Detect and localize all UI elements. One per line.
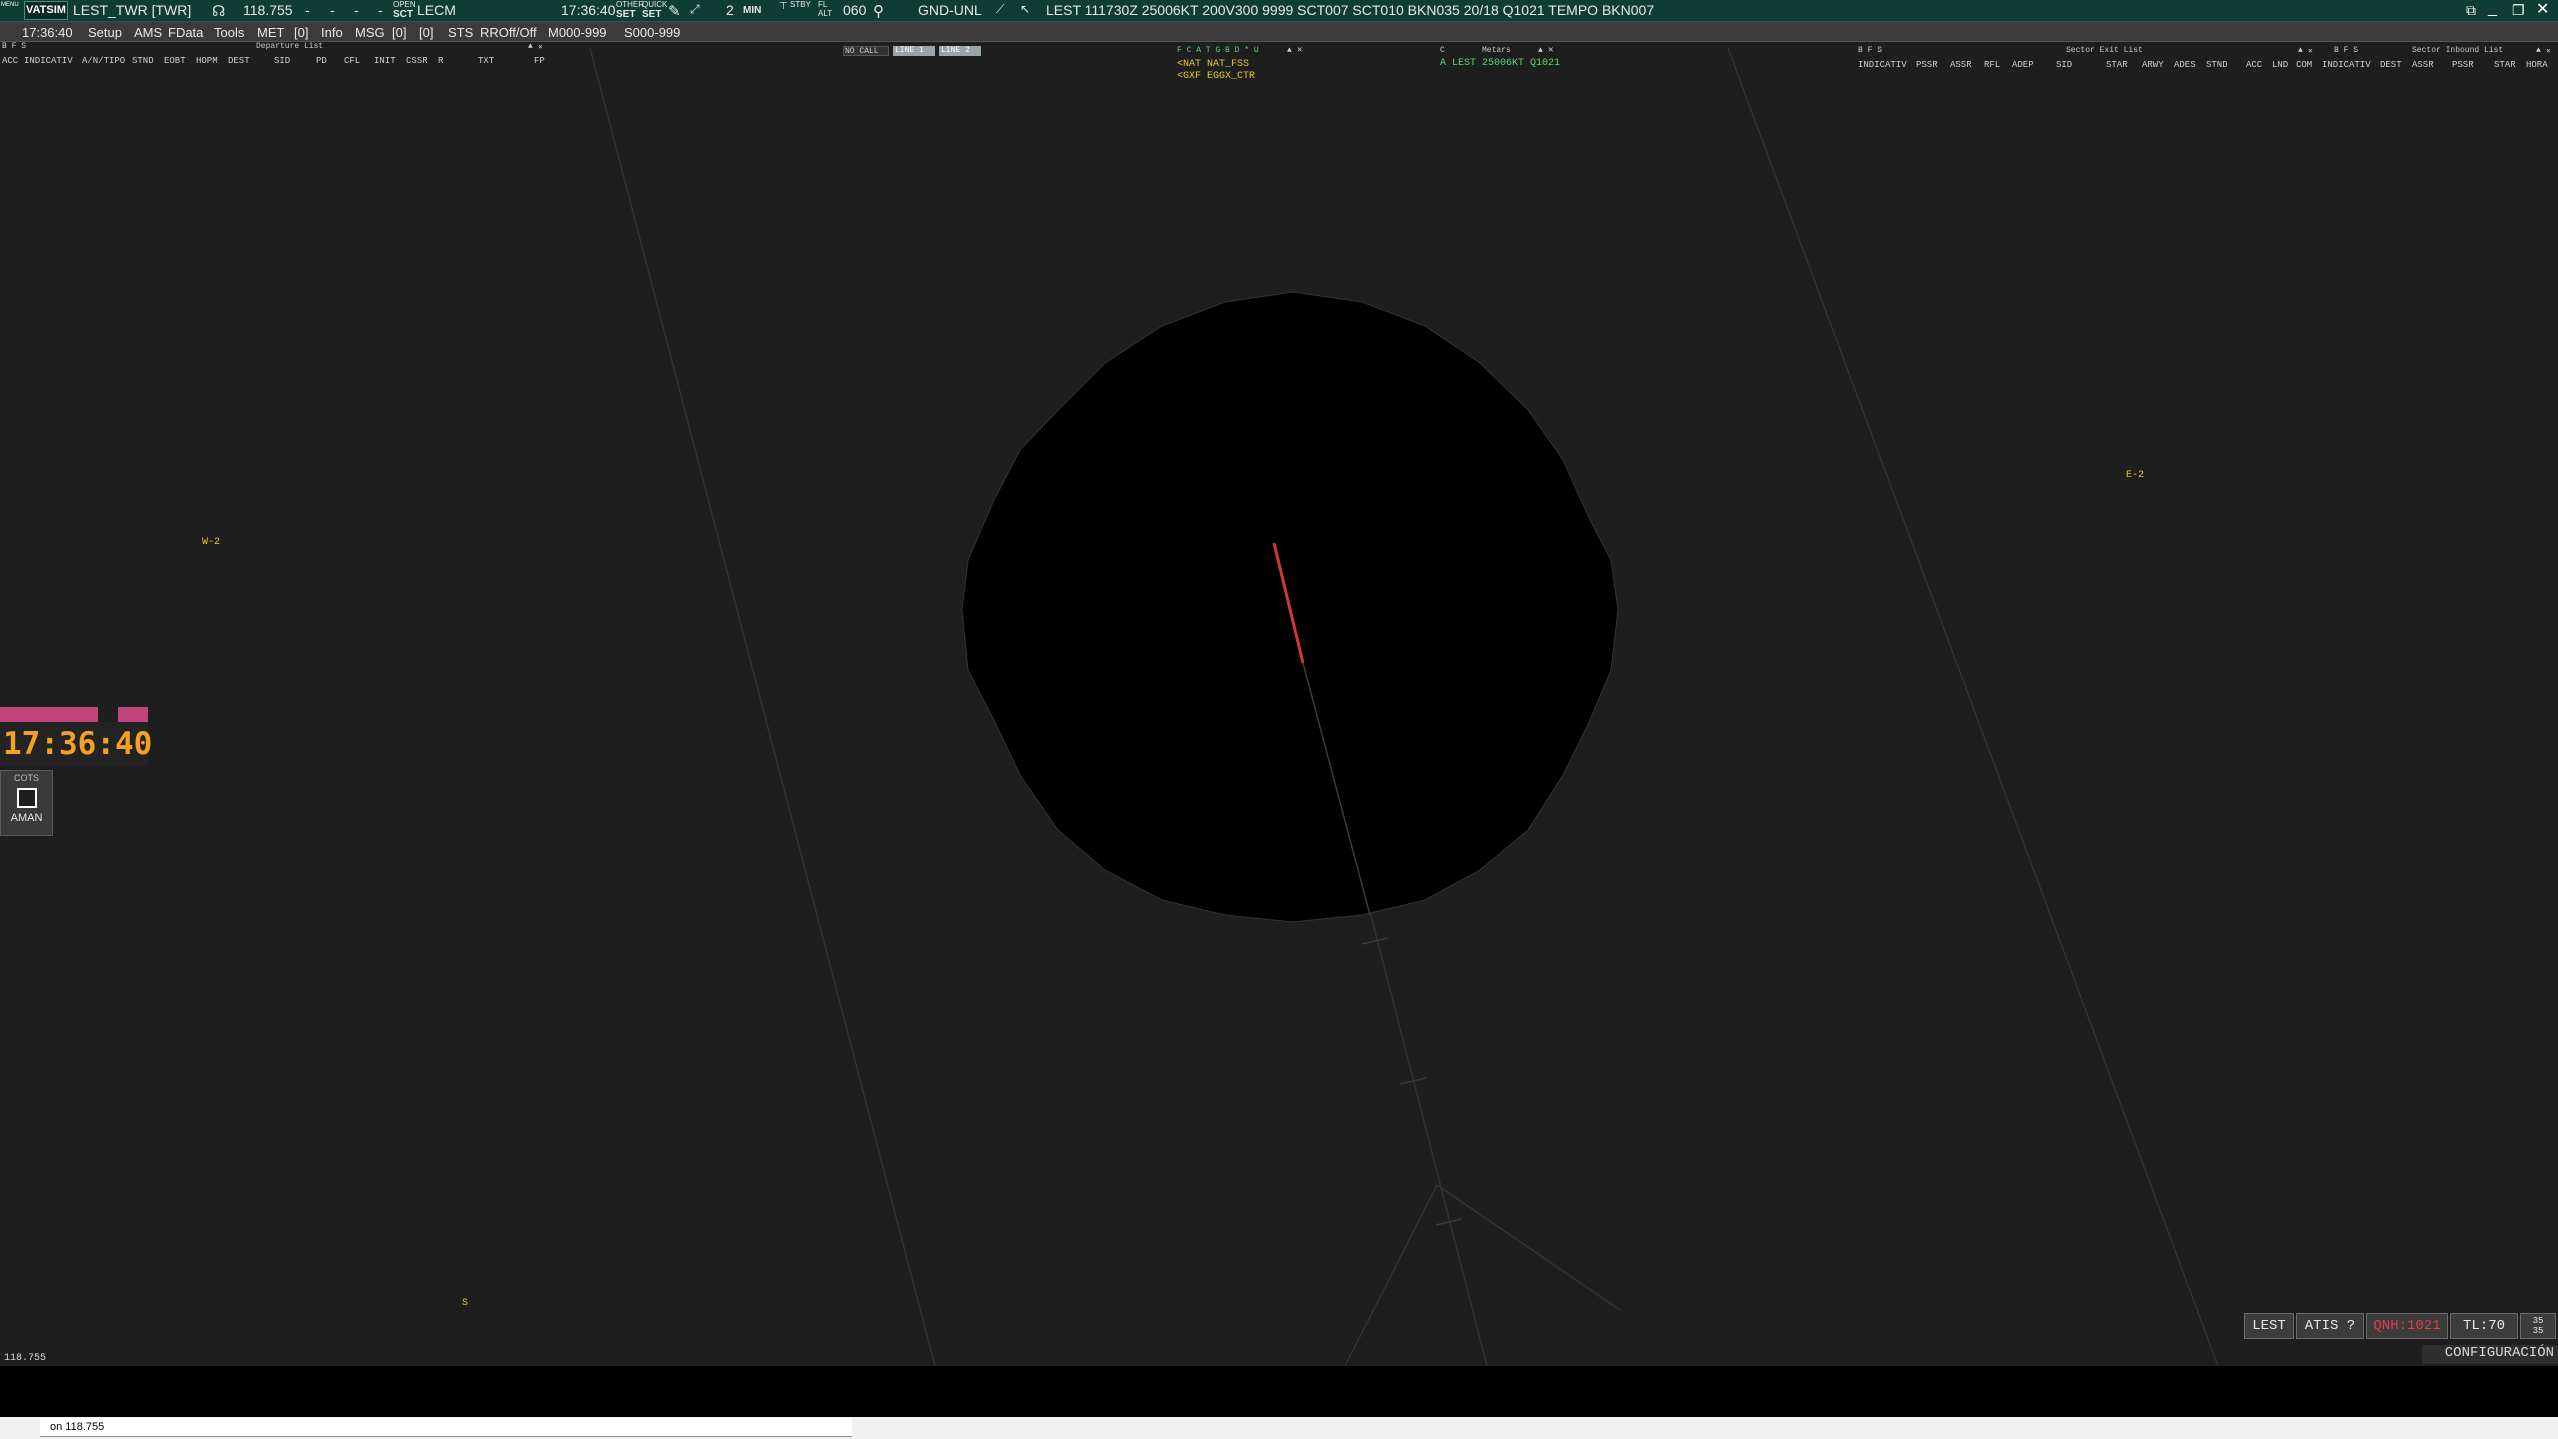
col-dest[interactable]: DEST — [228, 56, 250, 66]
exit-col-acc[interactable]: ACC — [2246, 60, 2262, 70]
exit-col-pssr[interactable]: PSSR — [1916, 60, 1938, 70]
aman-widget[interactable]: COTS AMAN — [0, 770, 53, 836]
exit-col-stnd[interactable]: STND — [2206, 60, 2228, 70]
metars-panel-title[interactable]: Metars — [1482, 46, 1511, 55]
inbound-col-pssr[interactable]: PSSR — [2452, 60, 2474, 70]
sector-exit-title[interactable]: Sector Exit List — [2066, 46, 2143, 56]
inbound-col-indicativ[interactable]: INDICATIV — [2322, 60, 2371, 70]
bottom-frequency: 118.755 — [4, 1353, 47, 1364]
metars-panel-close-icon[interactable]: ✕ — [1548, 45, 1553, 55]
departure-list-collapse-icon[interactable]: ▲ — [528, 42, 533, 51]
sector-inbound-collapse-icon[interactable]: ▲ — [2536, 46, 2541, 55]
alert-bar-small[interactable] — [118, 707, 148, 722]
metars-panel-collapse-icon[interactable]: ▲ — [1538, 46, 1543, 55]
command-input[interactable]: on 118.755 — [40, 1418, 852, 1437]
atc-entry-2[interactable]: <GXF EGGX_CTR — [1177, 71, 1255, 82]
runway-in-use[interactable]: 35 35 — [2520, 1313, 2556, 1339]
col-cfl[interactable]: CFL — [344, 56, 360, 66]
atc-panel-close-icon[interactable]: ✕ — [1297, 45, 1302, 55]
exit-col-assr[interactable]: ASSR — [1950, 60, 1972, 70]
col-cssr[interactable]: CSSR — [406, 56, 428, 66]
departure-list-controls[interactable]: B F S — [2, 42, 26, 51]
col-indicativ[interactable]: INDICATIV — [24, 56, 73, 66]
airport-button[interactable]: LEST — [2244, 1313, 2294, 1339]
sector-inbound-list: B F S Sector Inbound List ▲ ✕ LND COM IN… — [2272, 46, 2558, 72]
col-hopm[interactable]: HOPM — [196, 56, 218, 66]
exit-col-sid[interactable]: SID — [2056, 60, 2072, 70]
sector-inbound-controls[interactable]: B F S — [2334, 46, 2358, 55]
sector-exit-controls[interactable]: B F S — [1858, 46, 1882, 55]
line1-button[interactable]: LINE 1 — [893, 46, 935, 56]
radar-map[interactable] — [0, 0, 2558, 1366]
message-area — [0, 1366, 2558, 1417]
metar-entry[interactable]: A LEST 25006KT Q1021 — [1440, 58, 1560, 69]
inbound-col-lnd[interactable]: LND — [2272, 60, 2288, 70]
atc-panel: F C A T G B D * U ▲ ✕ <NAT NAT_FSS <GXF … — [1177, 45, 1307, 86]
col-pd[interactable]: PD — [316, 56, 327, 66]
qnh-display[interactable]: QNH:1021 — [2366, 1313, 2448, 1339]
metars-panel-controls[interactable]: C — [1440, 46, 1445, 55]
exit-col-star[interactable]: STAR — [2106, 60, 2128, 70]
inbound-col-hora[interactable]: HORA — [2526, 60, 2548, 70]
departure-list-title[interactable]: Departure List — [256, 42, 323, 52]
col-txt[interactable]: TXT — [478, 56, 494, 66]
atc-entry-1[interactable]: <NAT NAT_FSS — [1177, 59, 1249, 70]
transition-level[interactable]: TL:70 — [2450, 1313, 2518, 1339]
alert-bar[interactable] — [0, 707, 98, 722]
sector-exit-list: B F S Sector Exit List ▲ ✕ INDICATIV PSS… — [1856, 46, 2328, 72]
exit-col-adep[interactable]: ADEP — [2012, 60, 2034, 70]
aman-checkbox[interactable] — [16, 788, 37, 808]
metars-panel: C Metars ▲ ✕ A LEST 25006KT Q1021 — [1438, 45, 1560, 70]
atc-panel-collapse-icon[interactable]: ▲ — [1287, 46, 1292, 55]
sector-inbound-close-icon[interactable]: ✕ — [2546, 46, 2551, 56]
atis-button[interactable]: ATIS ? — [2296, 1313, 2364, 1339]
inbound-col-assr[interactable]: ASSR — [2412, 60, 2434, 70]
inbound-col-star[interactable]: STAR — [2494, 60, 2516, 70]
aman-label: AMAN — [10, 812, 43, 824]
col-an-tipo[interactable]: A/N/TIPO — [82, 56, 125, 66]
map-label-west[interactable]: W-2 — [202, 537, 220, 548]
exit-col-arwy[interactable]: ARWY — [2142, 60, 2164, 70]
map-label-south[interactable]: S — [462, 1298, 468, 1309]
clock-display: 17:36:40 — [0, 722, 152, 766]
col-stnd[interactable]: STND — [132, 56, 154, 66]
col-eobt[interactable]: EOBT — [164, 56, 186, 66]
map-label-east[interactable]: E-2 — [2126, 470, 2144, 481]
exit-col-ades[interactable]: ADES — [2174, 60, 2196, 70]
atc-panel-controls[interactable]: F C A T G B D * U — [1177, 46, 1259, 55]
inbound-col-dest[interactable]: DEST — [2380, 60, 2402, 70]
cots-label: COTS — [13, 773, 39, 783]
runway-bottom: 35 — [2532, 1326, 2544, 1336]
exit-col-indicativ[interactable]: INDICATIV — [1858, 60, 1907, 70]
col-init[interactable]: INIT — [374, 56, 396, 66]
col-r[interactable]: R — [438, 56, 443, 66]
line2-button[interactable]: LINE 2 — [939, 46, 981, 56]
departure-list-close-icon[interactable]: ✕ — [538, 42, 543, 52]
col-sid[interactable]: SID — [274, 56, 290, 66]
col-fp[interactable]: FP — [534, 56, 545, 66]
sector-inbound-title[interactable]: Sector Inbound List — [2412, 46, 2503, 56]
inbound-col-com[interactable]: COM — [2296, 60, 2312, 70]
exit-col-rfl[interactable]: RFL — [1984, 60, 2000, 70]
departure-list: B F S Departure List ▲ ✕ ACC INDICATIV A… — [0, 42, 548, 68]
runway-top: 35 — [2532, 1316, 2544, 1326]
configuration-button[interactable]: CONFIGURACIÓN — [2422, 1345, 2558, 1364]
col-acc[interactable]: ACC — [2, 56, 18, 66]
no-call-button[interactable]: NO CALL — [843, 46, 889, 56]
